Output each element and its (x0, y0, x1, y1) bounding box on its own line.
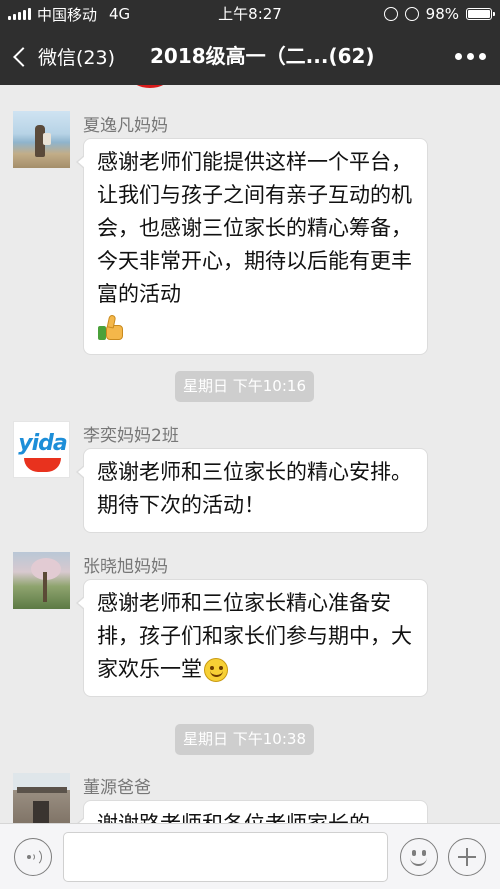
chat-message-list[interactable]: 夏逸凡妈妈 感谢老师们能提供这样一个平台，让我们与孩子之间有亲子互动的机会，也感… (0, 85, 500, 823)
sender-name: 李奕妈妈2班 (83, 426, 179, 446)
orientation-lock-icon (383, 7, 398, 21)
message-input[interactable] (63, 832, 388, 882)
more-dot-icon (467, 53, 474, 60)
back-button[interactable]: 微信(23) (8, 28, 115, 85)
avatar[interactable] (13, 773, 70, 823)
avatar[interactable] (13, 111, 70, 168)
status-right: 98% (383, 0, 495, 28)
navigation-bar: 微信(23) 2018级高一（二...(62) (0, 28, 500, 85)
time-separator: 星期日 下午10:16 (175, 371, 314, 402)
more-options-button[interactable] (455, 28, 486, 85)
battery-percent: 98% (425, 5, 459, 23)
building-photo-avatar (17, 787, 67, 793)
time-separator: 星期日 下午10:38 (175, 724, 314, 755)
more-dot-icon (455, 53, 462, 60)
status-bar: 中国移动 4G 上午8:27 98% (0, 0, 500, 28)
sender-name: 夏逸凡妈妈 (83, 116, 168, 136)
emoji-icon (412, 850, 416, 856)
message-text: 感谢老师和三位家长精心准备安排，孩子们和家长们参与期中，大家欢乐一堂 (97, 591, 412, 681)
message-text: 谢谢路老师和各位老师家长的 (97, 812, 370, 823)
message-bubble[interactable]: 感谢老师和三位家长精心准备安排，孩子们和家长们参与期中，大家欢乐一堂 (76, 579, 428, 697)
message-bubble[interactable]: 感谢老师和三位家长的精心安排。期待下次的活动！ (76, 448, 428, 533)
sender-name: 张晓旭妈妈 (83, 557, 168, 577)
sender-name: 董源爸爸 (83, 778, 151, 798)
chat-title: 2018级高一（二...(62) (150, 44, 375, 68)
avatar[interactable]: yida (13, 421, 70, 478)
chat-input-bar (0, 823, 500, 889)
chevron-left-icon (13, 46, 33, 67)
emoji-button[interactable] (400, 838, 438, 876)
smile-emoji-icon (204, 658, 228, 682)
message-text: 感谢老师和三位家长的精心安排。期待下次的活动！ (97, 460, 412, 517)
battery-icon (466, 8, 495, 20)
yida-logo-icon: yida (18, 431, 67, 456)
message-bubble[interactable]: 感谢老师们能提供这样一个平台，让我们与孩子之间有亲子互动的机会，也感谢三位家长的… (76, 138, 428, 355)
wechat-group-chat-screen: 中国移动 4G 上午8:27 98% 微信(23) 2018级高一（二...(6… (0, 0, 500, 889)
more-dot-icon (479, 53, 486, 60)
partial-sticker-image (126, 85, 174, 92)
more-functions-button[interactable] (448, 838, 486, 876)
alarm-icon (404, 7, 419, 21)
battery-fill (468, 10, 490, 18)
message-bubble[interactable]: 谢谢路老师和各位老师家长的 (76, 800, 428, 823)
avatar[interactable] (13, 552, 70, 609)
back-label: 微信(23) (38, 47, 116, 69)
message-text: 感谢老师们能提供这样一个平台，让我们与孩子之间有亲子互动的机会，也感谢三位家长的… (97, 150, 412, 306)
thumbs-up-emoji-icon (97, 314, 125, 342)
voice-input-button[interactable] (14, 838, 52, 876)
